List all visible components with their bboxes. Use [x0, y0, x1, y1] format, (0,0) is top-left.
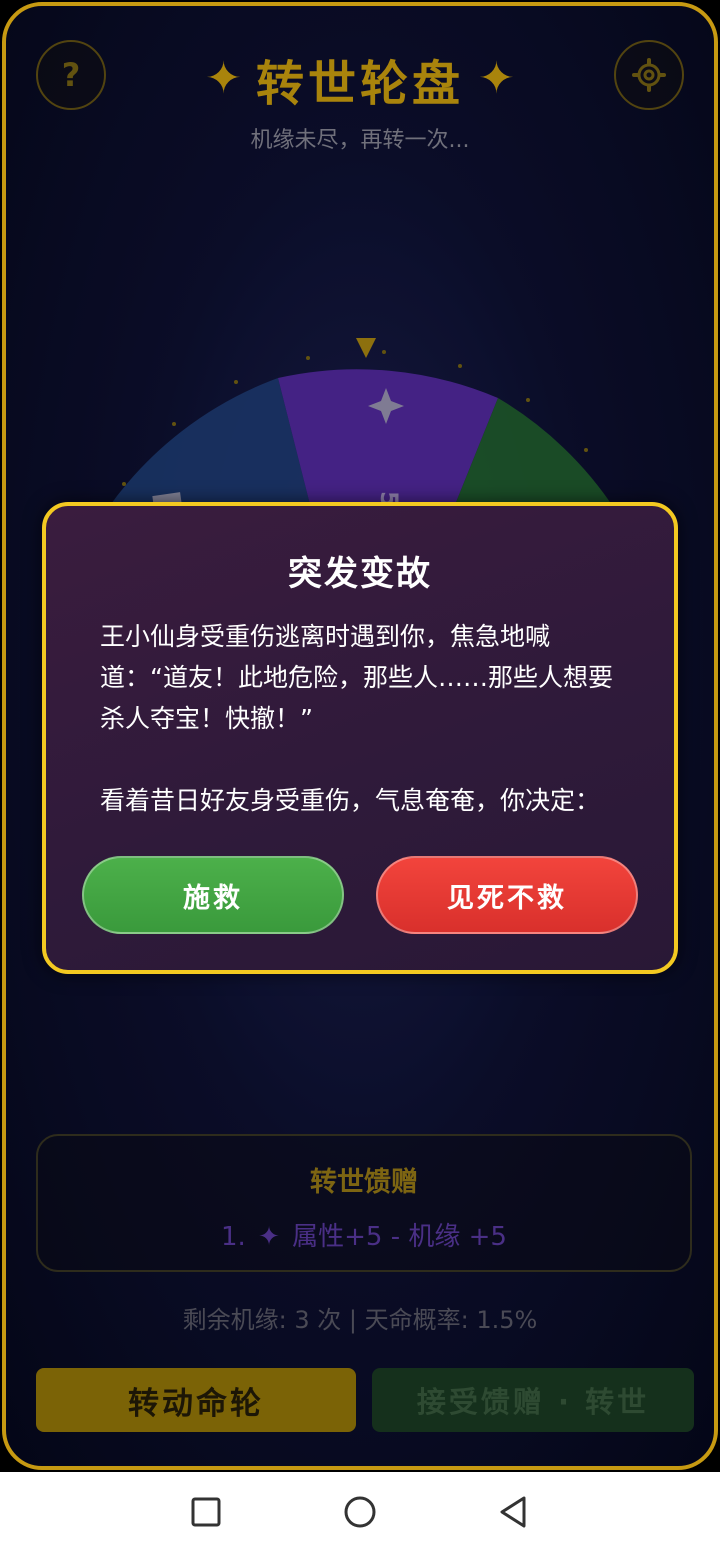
status-text: 剩余机缘: 3 次 | 天命概率: 1.5% — [182, 1306, 538, 1334]
page-title: 转世轮盘 — [255, 56, 464, 112]
star-icon: ✦ — [205, 53, 242, 104]
title-row: ✦ 转世轮盘 ✦ — [6, 46, 714, 112]
star-icon: ✦ — [258, 1222, 280, 1252]
dialog-paragraph: 王小仙身受重伤逃离时遇到你，焦急地喊道：“道友！此地危险，那些人……那些人想要杀… — [100, 622, 613, 733]
home-icon[interactable] — [340, 1492, 380, 1532]
gift-item-index: 1. — [221, 1222, 246, 1252]
dialog-body: 王小仙身受重伤逃离时遇到你，焦急地喊道：“道友！此地危险，那些人……那些人想要杀… — [100, 616, 614, 821]
wheel-pointer-icon — [356, 338, 376, 358]
back-icon[interactable] — [494, 1492, 534, 1532]
fortune-wheel[interactable]: 5+ 寿 — [6, 326, 714, 726]
dialog-paragraph: 看着昔日好友身受重伤，气息奄奄，你决定： — [100, 786, 601, 815]
recent-apps-icon[interactable] — [186, 1492, 226, 1532]
gift-item: 1. ✦ 属性+5 - 机缘 +5 — [38, 1216, 690, 1253]
gift-item-text: 属性+5 - 机缘 +5 — [292, 1222, 507, 1252]
dialog-title: 突发变故 — [288, 554, 432, 594]
star-icon: ✦ — [478, 53, 515, 104]
system-nav-bar — [0, 1472, 720, 1550]
abandon-button[interactable]: 见死不救 — [376, 856, 638, 934]
gift-title: 转世馈赠 — [310, 1167, 418, 1198]
rescue-button[interactable]: 施救 — [82, 856, 344, 934]
gift-panel: 转世馈赠 1. ✦ 属性+5 - 机缘 +5 — [36, 1134, 692, 1272]
accept-gift-button[interactable]: 接受馈赠 · 转世 — [372, 1368, 694, 1432]
spin-wheel-button[interactable]: 转动命轮 — [36, 1368, 356, 1432]
page-subtitle: 机缘未尽，再转一次... — [250, 128, 470, 153]
event-dialog: 突发变故 王小仙身受重伤逃离时遇到你，焦急地喊道：“道友！此地危险，那些人……那… — [42, 502, 678, 974]
